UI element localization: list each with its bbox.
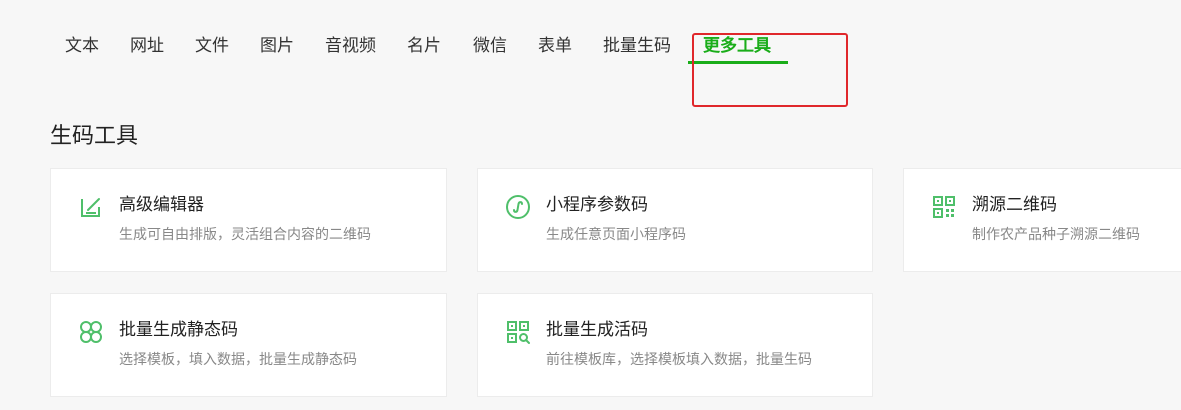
- tab-audio-video[interactable]: 音视频: [325, 34, 376, 58]
- tool-tabs: 文本 网址 文件 图片 音视频 名片 微信 表单 批量生码 更多工具: [0, 0, 1181, 107]
- tool-card-title: 批量生成活码: [546, 320, 648, 340]
- trace-qr-icon: [933, 196, 955, 218]
- tool-card-batch-static-code[interactable]: 批量生成静态码 选择模板，填入数据，批量生成静态码: [50, 293, 447, 397]
- tab-wechat[interactable]: 微信: [473, 34, 507, 58]
- tool-card-desc: 生成任意页面小程序码: [546, 227, 686, 243]
- tool-card-batch-live-code[interactable]: 批量生成活码 前往模板库，选择模板填入数据，批量生码: [477, 293, 873, 397]
- edit-icon: [81, 198, 100, 217]
- tab-image[interactable]: 图片: [260, 34, 294, 58]
- highlight-box: [692, 33, 848, 107]
- tab-form[interactable]: 表单: [538, 34, 572, 58]
- tab-url[interactable]: 网址: [130, 34, 164, 58]
- tab-file[interactable]: 文件: [195, 34, 229, 58]
- section-title: 生码工具: [50, 124, 139, 149]
- tool-card-advanced-editor[interactable]: 高级编辑器 生成可自由排版，灵活组合内容的二维码: [50, 168, 447, 272]
- tab-batch-generate[interactable]: 批量生码: [603, 34, 671, 58]
- tab-text[interactable]: 文本: [65, 34, 99, 58]
- tool-card-desc: 选择模板，填入数据，批量生成静态码: [119, 352, 357, 368]
- qr-search-icon: [507, 321, 530, 344]
- tab-business-card[interactable]: 名片: [407, 34, 441, 58]
- tool-card-mini-program-code[interactable]: 小程序参数码 生成任意页面小程序码: [477, 168, 873, 272]
- tool-card-desc: 制作农产品种子溯源二维码: [972, 227, 1140, 243]
- tool-card-desc: 前往模板库，选择模板填入数据，批量生码: [546, 352, 812, 368]
- grid-circles-icon: [80, 321, 102, 343]
- tool-card-desc: 生成可自由排版，灵活组合内容的二维码: [119, 227, 371, 243]
- tool-card-title: 溯源二维码: [972, 195, 1057, 215]
- tool-card-title: 高级编辑器: [119, 195, 204, 215]
- tool-card-title: 批量生成静态码: [119, 320, 238, 340]
- tool-card-trace-qr-code[interactable]: 溯源二维码 制作农产品种子溯源二维码: [903, 168, 1181, 272]
- tool-card-title: 小程序参数码: [546, 195, 648, 215]
- mini-program-icon: [506, 195, 530, 219]
